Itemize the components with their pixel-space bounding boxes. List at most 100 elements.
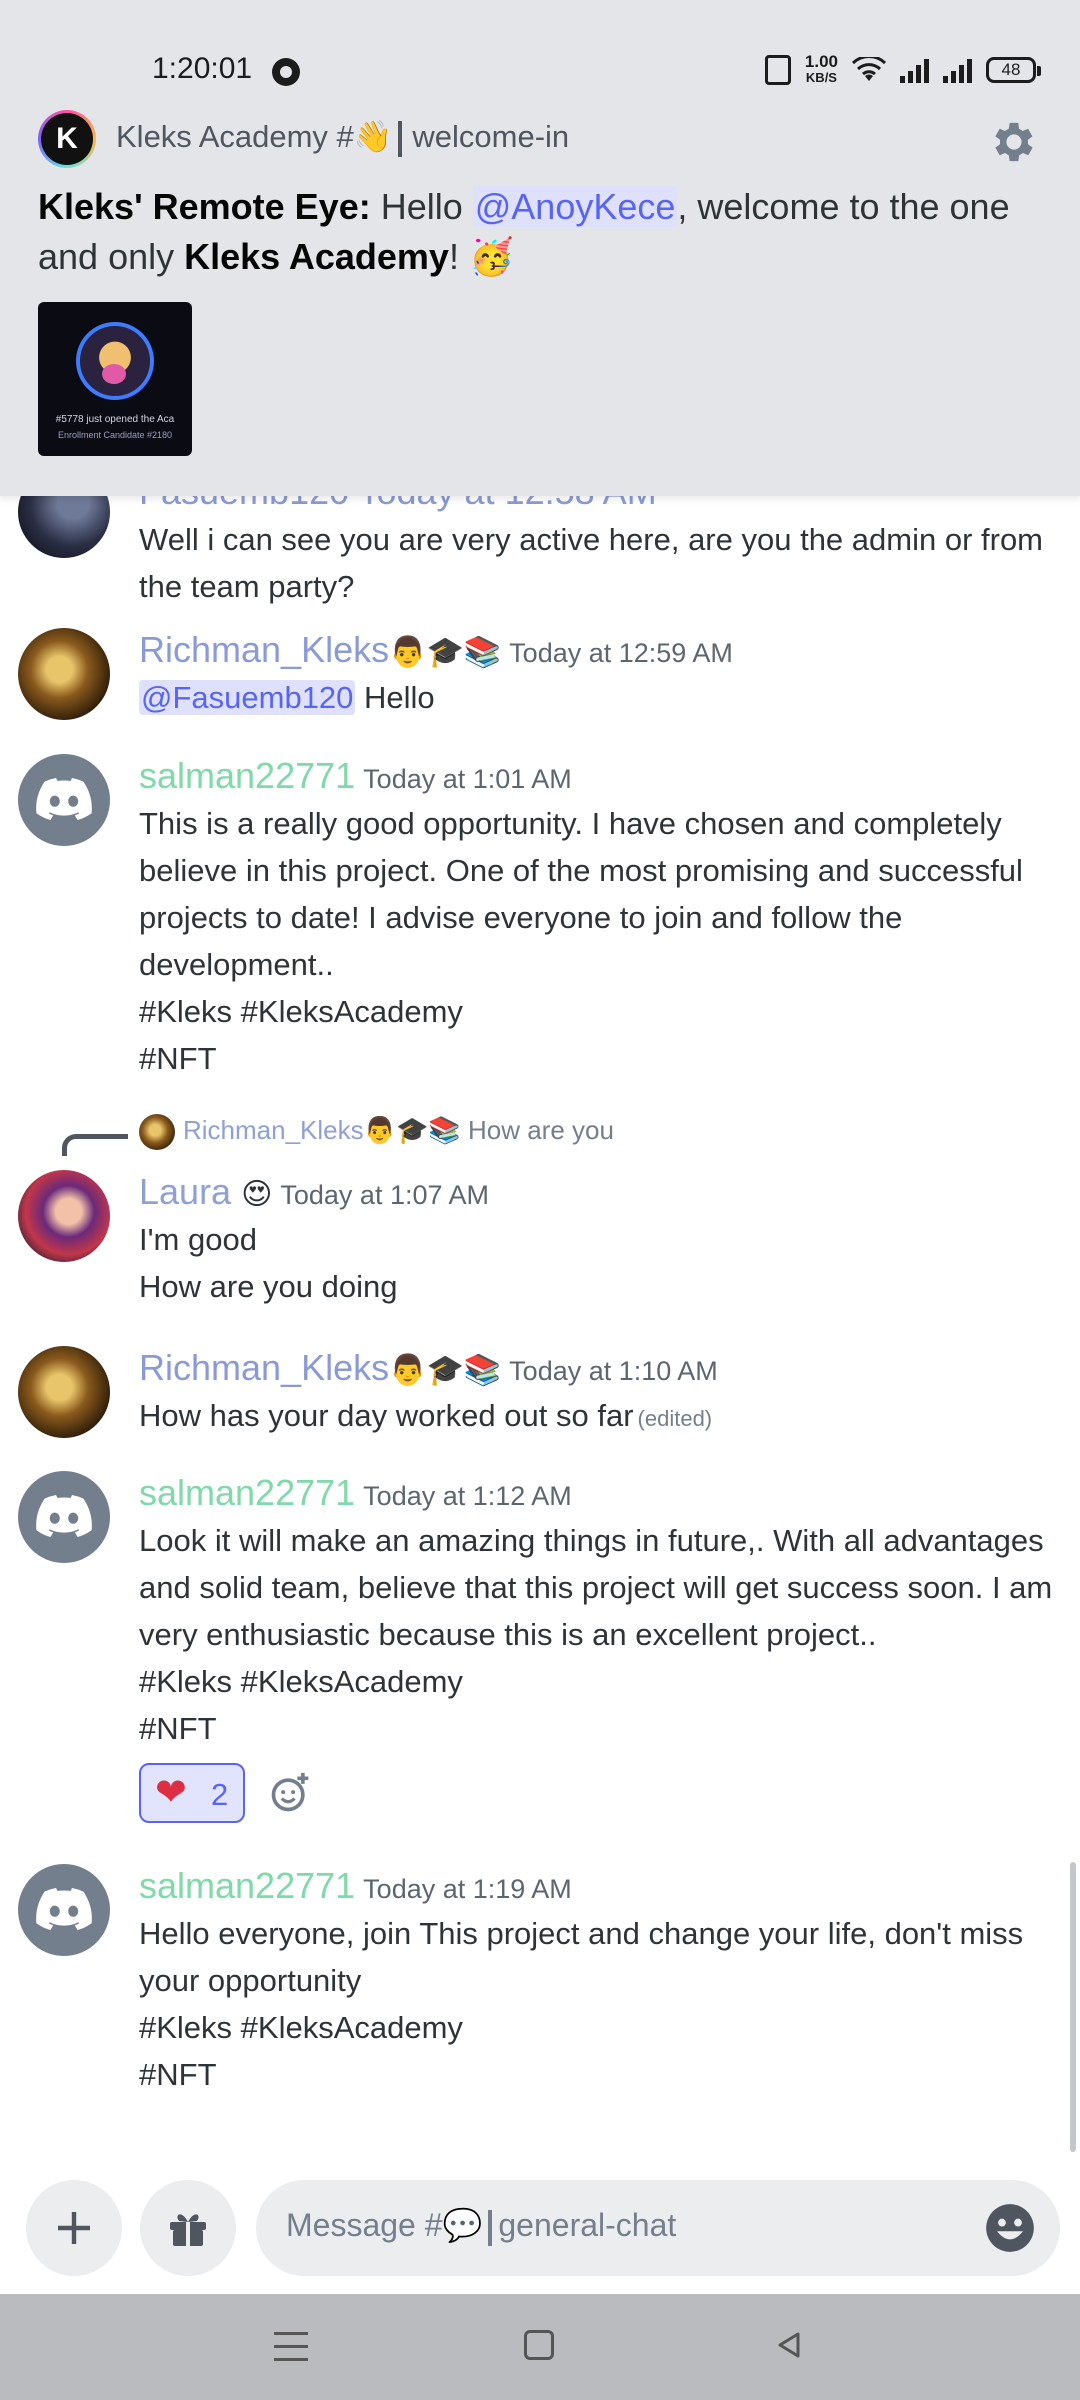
channel-name: welcome-in — [412, 119, 570, 154]
avatar[interactable] — [18, 1471, 110, 1563]
message-line: Well i can see you are very active here,… — [139, 522, 1044, 557]
message-input[interactable]: Message #💬 general-chat — [256, 2180, 1060, 2276]
avatar[interactable] — [18, 628, 110, 720]
message-header: salman22771 Today at 1:19 AM — [139, 1864, 572, 1911]
vibrate-icon — [764, 55, 791, 85]
status-time: 1:20:01 — [152, 52, 253, 85]
plus-icon — [58, 2212, 90, 2244]
banner-message-text: Kleks' Remote Eye: Hello @AnoyKece, welc… — [38, 182, 1048, 282]
reaction-heart[interactable]: ❤ 2 — [139, 1763, 245, 1823]
status-bar: 1:20:01 1.00 KB/S 48 — [0, 0, 1080, 104]
message-header: salman22771 Today at 1:01 AM — [139, 754, 572, 801]
gift-button[interactable] — [140, 2180, 236, 2276]
message-line: #Kleks #KleksAcademy — [139, 2010, 463, 2045]
message-line: #Kleks #KleksAcademy — [139, 1664, 463, 1699]
message-line: the team party? — [139, 569, 355, 604]
message-header: Richman_Kleks👨🎓📚 Today at 12:59 AM — [139, 628, 733, 675]
system-navigation-bar — [0, 2294, 1080, 2400]
message-line: I'm good — [139, 1222, 257, 1257]
message-line: believe in this project. One of the most… — [139, 853, 1023, 888]
avatar[interactable] — [18, 1864, 110, 1956]
username-badges: 👨🎓📚 — [389, 635, 502, 670]
username[interactable]: Richman_Kleks — [139, 629, 389, 670]
timestamp: Today at 1:12 AM — [363, 1481, 572, 1511]
status-icons: 1.00 KB/S 48 — [764, 52, 1041, 86]
message-line: Hello everyone, join This project and ch… — [139, 1916, 1024, 1951]
username-emoji: 😍 — [241, 1177, 273, 1212]
reaction-count: 2 — [211, 1777, 229, 1812]
message-line: This is a really good opportunity. I hav… — [139, 806, 1002, 841]
reply-reference[interactable]: Richman_Kleks👨🎓📚 How are you — [139, 1114, 614, 1150]
message-line: #NFT — [139, 1041, 217, 1076]
add-reaction-icon[interactable] — [268, 1771, 312, 1815]
message-body: Hello everyone, join This project and ch… — [139, 1910, 1059, 2098]
signal-icon-1 — [900, 57, 929, 83]
avatar[interactable] — [18, 496, 110, 558]
avatar[interactable] — [18, 1170, 110, 1262]
avatar[interactable] — [18, 1346, 110, 1438]
message-notification-banner[interactable]: K Kleks Academy #👋 welcome-in Kleks' Remo… — [0, 104, 1080, 496]
message-body: This is a really good opportunity. I hav… — [139, 800, 1059, 1082]
message-list[interactable]: Fasuemb120 Today at 12:58 AM Well i can … — [0, 496, 1080, 2180]
username[interactable]: salman22771 — [139, 755, 355, 796]
add-attachment-button[interactable] — [26, 2180, 122, 2276]
message-text: Hello — [355, 680, 435, 715]
banner-bold-name: Kleks Academy — [184, 236, 449, 277]
server-name: Kleks Academy #👋 — [116, 119, 393, 154]
message-body: @Fasuemb120 Hello — [139, 674, 1059, 721]
discord-logo-icon — [36, 1888, 92, 1930]
battery-icon: 48 — [986, 57, 1041, 83]
timestamp: Today at 1:07 AM — [280, 1180, 490, 1210]
message-input-placeholder: Message #💬 general-chat — [286, 2206, 676, 2246]
banner-text-3: ! 🥳 — [448, 236, 514, 277]
chrome-icon — [272, 58, 300, 86]
username[interactable]: salman22771 — [139, 1472, 355, 1513]
title-separator — [398, 120, 403, 157]
message-header: Laura 😍 Today at 1:07 AM — [139, 1170, 489, 1217]
edited-label: (edited) — [637, 1406, 713, 1431]
thumbnail-subcaption: Enrollment Candidate #2180 — [57, 430, 173, 440]
message-header: salman22771 Today at 1:12 AM — [139, 1471, 572, 1518]
placeholder-channel: general-chat — [498, 2207, 677, 2243]
server-icon[interactable]: K — [38, 110, 96, 168]
username[interactable]: salman22771 — [139, 1865, 355, 1906]
message-header: Richman_Kleks👨🎓📚 Today at 1:10 AM — [139, 1346, 718, 1393]
message-line: #NFT — [139, 2057, 217, 2092]
message-body: I'm good How are you doing — [139, 1216, 1059, 1310]
thumbnail-avatar — [76, 322, 154, 400]
smiley-icon[interactable] — [984, 2202, 1036, 2254]
message-line: and solid team, believe that this projec… — [139, 1570, 1053, 1605]
message-body: Look it will make an amazing things in f… — [139, 1517, 1059, 1752]
message-line: #Kleks #KleksAcademy — [139, 994, 463, 1029]
gear-icon[interactable] — [988, 116, 1040, 168]
banner-image-thumbnail[interactable]: #5778 just opened the Aca Enrollment Can… — [38, 302, 192, 456]
gift-icon — [170, 2214, 206, 2246]
channel-title: Kleks Academy #👋 welcome-in — [116, 118, 569, 157]
discord-logo-icon — [36, 778, 92, 820]
avatar[interactable] — [18, 754, 110, 846]
user-mention[interactable]: @Fasuemb120 — [139, 680, 356, 715]
message-line: How are you doing — [139, 1269, 398, 1304]
banner-text-1: Hello — [370, 186, 473, 227]
scrollbar[interactable] — [1070, 1862, 1076, 2152]
message-line: #NFT — [139, 1711, 217, 1746]
home-button[interactable] — [524, 2330, 554, 2360]
banner-mention[interactable]: @AnoyKece — [472, 186, 678, 227]
server-initial: K — [56, 122, 78, 155]
back-button[interactable] — [774, 2330, 804, 2360]
username-badges: 👨🎓📚 — [389, 1353, 502, 1388]
network-speed-unit: KB/S — [805, 70, 837, 85]
message-line: your opportunity — [139, 1963, 362, 1998]
message-body: Well i can see you are very active here,… — [139, 516, 1059, 610]
message-line: development.. — [139, 947, 334, 982]
network-speed-value: 1.00 — [804, 52, 838, 71]
banner-author: Kleks' Remote Eye: — [38, 186, 371, 227]
signal-icon-2 — [943, 57, 972, 83]
reply-connector — [62, 1134, 128, 1156]
username[interactable]: Laura — [139, 1171, 231, 1212]
timestamp: Today at 1:01 AM — [363, 764, 572, 794]
message-body: How has your day worked out so far (edite… — [139, 1392, 1059, 1442]
username[interactable]: Richman_Kleks — [139, 1347, 389, 1388]
recent-apps-button[interactable] — [274, 2332, 308, 2362]
discord-logo-icon — [36, 1495, 92, 1537]
